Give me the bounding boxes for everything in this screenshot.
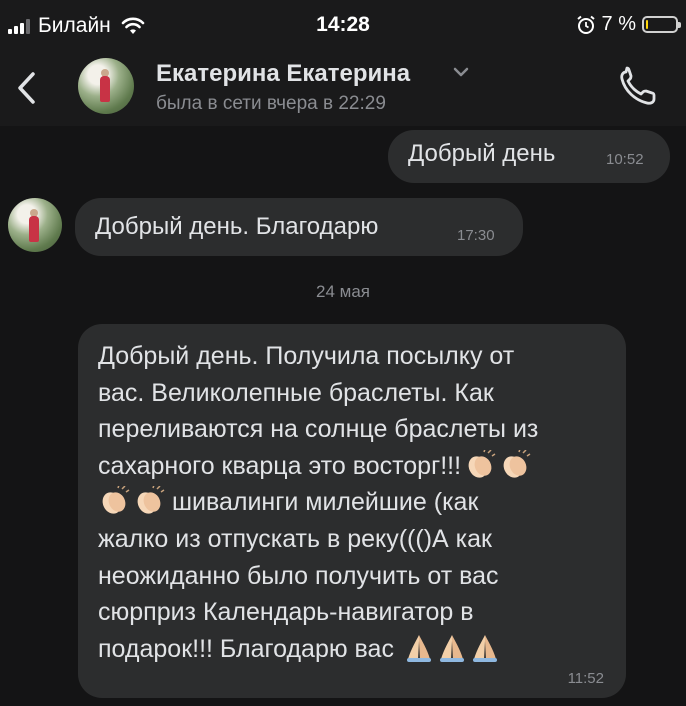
clapping-hands-icon — [468, 449, 496, 478]
message-line: Добрый день. Получила посылку от — [98, 342, 515, 370]
back-button[interactable] — [12, 66, 42, 110]
call-button[interactable] — [614, 66, 660, 108]
contact-avatar[interactable] — [78, 58, 134, 114]
message-line: переливаются на солнце браслеты из — [98, 415, 539, 444]
message-line: жалко из отпускать в реку((()А как — [98, 524, 492, 553]
chevron-left-icon — [18, 72, 35, 104]
folded-hands-icon — [439, 634, 464, 662]
date-separator: 24 мая — [316, 282, 370, 301]
clapping-hands-icon — [102, 486, 130, 515]
folded-hands-icon — [406, 634, 431, 662]
battery-icon — [642, 16, 681, 33]
message-line: вас. Великолепные браслеты. Как — [98, 378, 494, 407]
last-seen-status: была в сети вчера в 22:29 — [156, 93, 386, 114]
alarm-icon — [576, 15, 595, 34]
message-incoming-long[interactable]: Добрый день. Получила посылку от вас. Ве… — [78, 324, 626, 698]
sender-avatar[interactable] — [8, 198, 62, 252]
chevron-down-icon[interactable] — [452, 66, 470, 78]
battery-percent: 7 % — [601, 13, 636, 35]
message-time: 17:30 — [457, 227, 495, 244]
message-text: Добрый день — [408, 140, 556, 167]
message-time: 10:52 — [606, 151, 644, 168]
message-outgoing[interactable]: Добрый день 10:52 — [388, 130, 670, 183]
status-bar: Билайн 14:28 7 % — [0, 0, 686, 52]
chat-screen: Билайн 14:28 7 % Екатерина Екатерина был… — [0, 0, 686, 706]
message-incoming[interactable]: Добрый день. Благодарю 17:30 — [75, 198, 523, 256]
contact-name[interactable]: Екатерина Екатерина — [156, 60, 410, 88]
clapping-hands-icon — [137, 486, 165, 515]
message-line: неожиданно было получить от вас — [98, 561, 499, 590]
status-right: 7 % — [576, 13, 681, 36]
message-time: 11:52 — [567, 670, 604, 687]
battery-level-fill — [646, 20, 648, 29]
message-text: Добрый день. Благодарю — [95, 213, 379, 240]
message-line: сахарного кварца это восторг!!! — [98, 451, 462, 480]
message-line: сюрприз Календарь-навигатор в — [98, 598, 474, 627]
phone-icon — [620, 66, 656, 105]
message-line: шивалинги милейшие (как — [171, 488, 479, 517]
clapping-hands-icon — [503, 449, 531, 478]
chat-header: Екатерина Екатерина была в сети вчера в … — [0, 52, 686, 126]
message-line: подарок!!! Благодарю вас — [98, 634, 394, 663]
folded-hands-icon — [472, 634, 497, 662]
message-body: Добрый день. Получила посылку от вас. Ве… — [98, 338, 618, 667]
